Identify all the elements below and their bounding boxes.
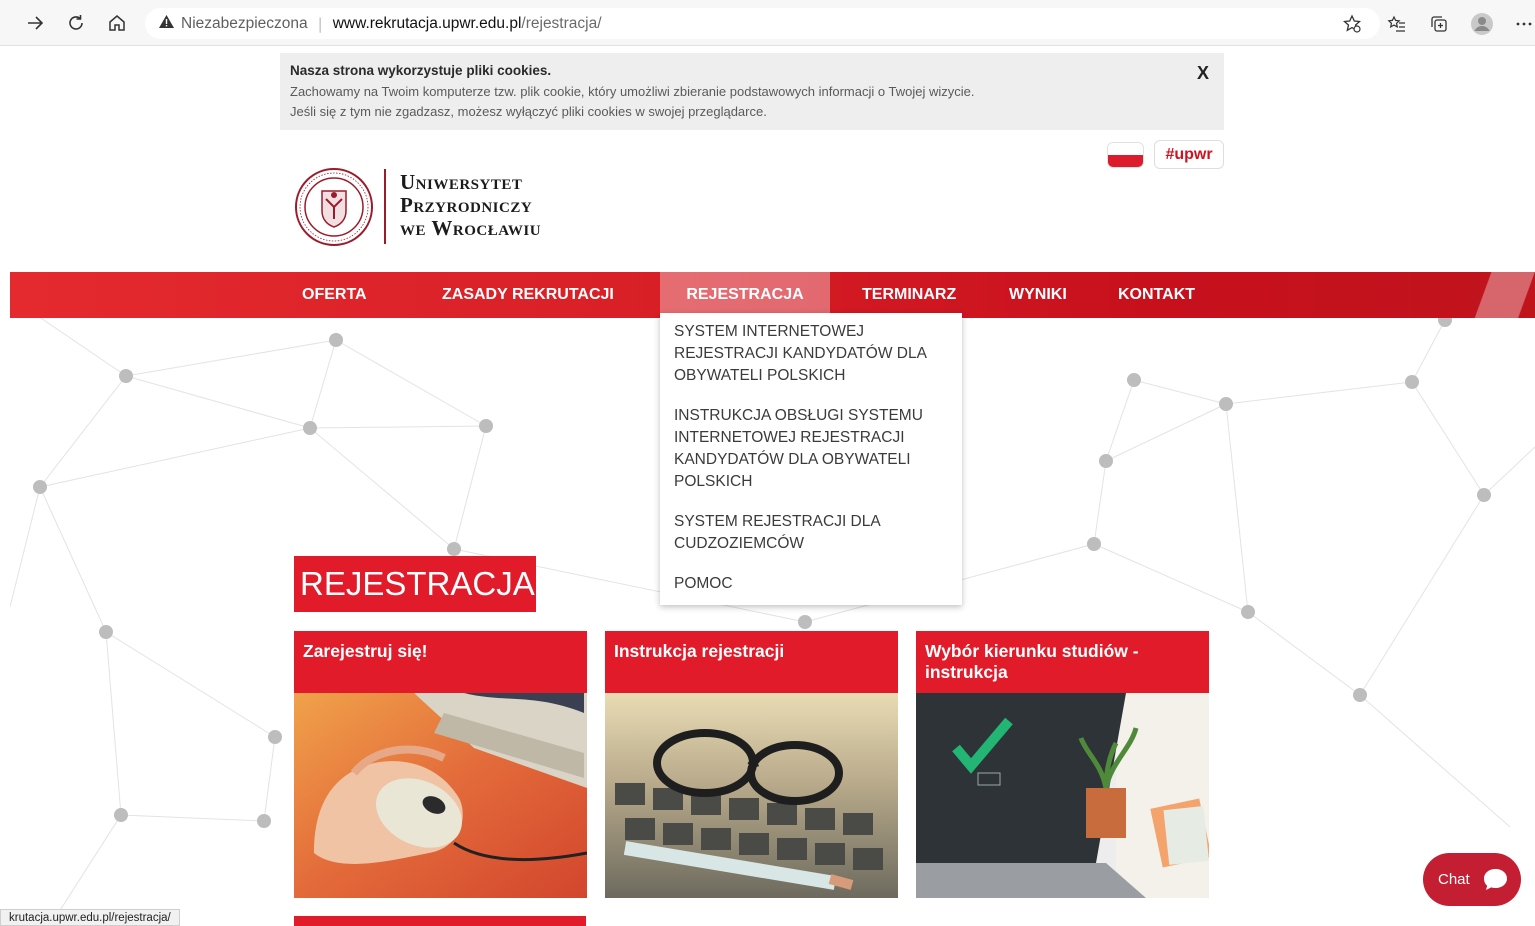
url-path: /rejestracja/ — [521, 14, 602, 32]
more-menu-icon[interactable] — [1511, 11, 1535, 37]
hashtag-link[interactable]: #upwr — [1154, 140, 1224, 169]
menu-decoration — [1465, 272, 1535, 318]
card-title: Wybór kierunku studiów - instrukcja — [916, 631, 1209, 693]
url-domain: www.rekrutacja.upwr.edu.pl — [332, 14, 522, 32]
nav-item-oferta[interactable]: OFERTA — [302, 272, 367, 318]
card-image-laptop-check — [916, 693, 1209, 898]
favorites-icon[interactable] — [1384, 11, 1410, 37]
chat-bubble-icon — [1484, 869, 1507, 890]
dropdown-item-cudzoziemcy[interactable]: SYSTEM REJESTRACJI DLA CUDZOZIEMCÓW — [674, 511, 948, 555]
web-page: Nasza strona wykorzystuje pliki cookies.… — [10, 47, 1535, 926]
cookie-text-line1: Zachowamy na Twoim komputerze tzw. plik … — [290, 84, 975, 99]
rejestracja-dropdown: SYSTEM INTERNETOWEJ REJESTRACJI KANDYDAT… — [660, 313, 962, 605]
nav-item-zasady-rekrutacji[interactable]: ZASADY REKRUTACJI — [442, 272, 614, 318]
card-instrukcja-rejestracji[interactable]: Instrukcja rejestracji — [605, 631, 898, 898]
main-navigation: OFERTA ZASADY REKRUTACJI REJESTRACJA TER… — [10, 272, 1535, 318]
cookie-title: Nasza strona wykorzystuje pliki cookies. — [290, 63, 552, 78]
forward-icon[interactable] — [22, 10, 48, 36]
chat-label: Chat — [1438, 871, 1470, 888]
dropdown-item-instrukcja[interactable]: INSTRUKCJA OBSŁUGI SYSTEMU INTERNETOWEJ … — [674, 405, 948, 493]
card-image-glasses-keyboard — [605, 693, 898, 898]
collections-icon[interactable] — [1426, 11, 1452, 37]
browser-toolbar: Niezabezpieczona | www.rekrutacja.upwr.e… — [0, 0, 1535, 46]
nav-item-wyniki[interactable]: WYNIKI — [1009, 272, 1067, 318]
warning-icon — [158, 14, 175, 33]
security-label: Niezabezpieczona — [181, 14, 308, 32]
card-title: Instrukcja rejestracji — [605, 631, 898, 693]
university-name-line2: Przyrodniczy — [400, 193, 533, 217]
university-name-line1: Uniwersytet — [400, 170, 523, 194]
home-icon[interactable] — [104, 10, 130, 36]
card-wybor-kierunku[interactable]: Wybór kierunku studiów - instrukcja — [916, 631, 1209, 898]
profile-avatar-icon[interactable] — [1469, 11, 1495, 37]
card-zarejestruj[interactable]: Zarejestruj się! — [294, 631, 587, 898]
add-favorite-icon[interactable] — [1339, 11, 1365, 37]
reload-icon[interactable] — [63, 10, 89, 36]
address-separator: | — [317, 14, 323, 33]
next-card-top — [294, 916, 586, 926]
address-bar[interactable]: Niezabezpieczona | www.rekrutacja.upwr.e… — [145, 8, 1380, 39]
nav-item-kontakt[interactable]: KONTAKT — [1118, 272, 1195, 318]
nav-item-terminarz[interactable]: TERMINARZ — [862, 272, 956, 318]
card-image-mouse-keyboard — [294, 693, 587, 898]
cookie-close-button[interactable]: X — [1197, 63, 1209, 84]
university-name-line3: we Wrocławiu — [400, 216, 542, 240]
cookie-text-line2: Jeśli się z tym nie zgadzasz, możesz wył… — [290, 104, 767, 119]
chat-button[interactable]: Chat — [1423, 853, 1521, 906]
dropdown-item-pomoc[interactable]: POMOC — [674, 573, 948, 595]
nav-item-rejestracja[interactable]: REJESTRACJA — [660, 272, 830, 318]
page-title: REJESTRACJA — [294, 556, 536, 612]
university-seal-logo[interactable] — [294, 167, 374, 247]
university-name[interactable]: Uniwersytet Przyrodniczy we Wrocławiu — [400, 171, 541, 240]
card-title: Zarejestruj się! — [294, 631, 587, 693]
status-bar-url: krutacja.upwr.edu.pl/rejestracja/ — [0, 909, 180, 926]
polish-flag-icon[interactable] — [1107, 142, 1144, 168]
cookie-banner: Nasza strona wykorzystuje pliki cookies.… — [280, 53, 1224, 130]
dropdown-item-system-rejestracji[interactable]: SYSTEM INTERNETOWEJ REJESTRACJI KANDYDAT… — [674, 321, 948, 387]
logo-divider — [384, 169, 386, 244]
